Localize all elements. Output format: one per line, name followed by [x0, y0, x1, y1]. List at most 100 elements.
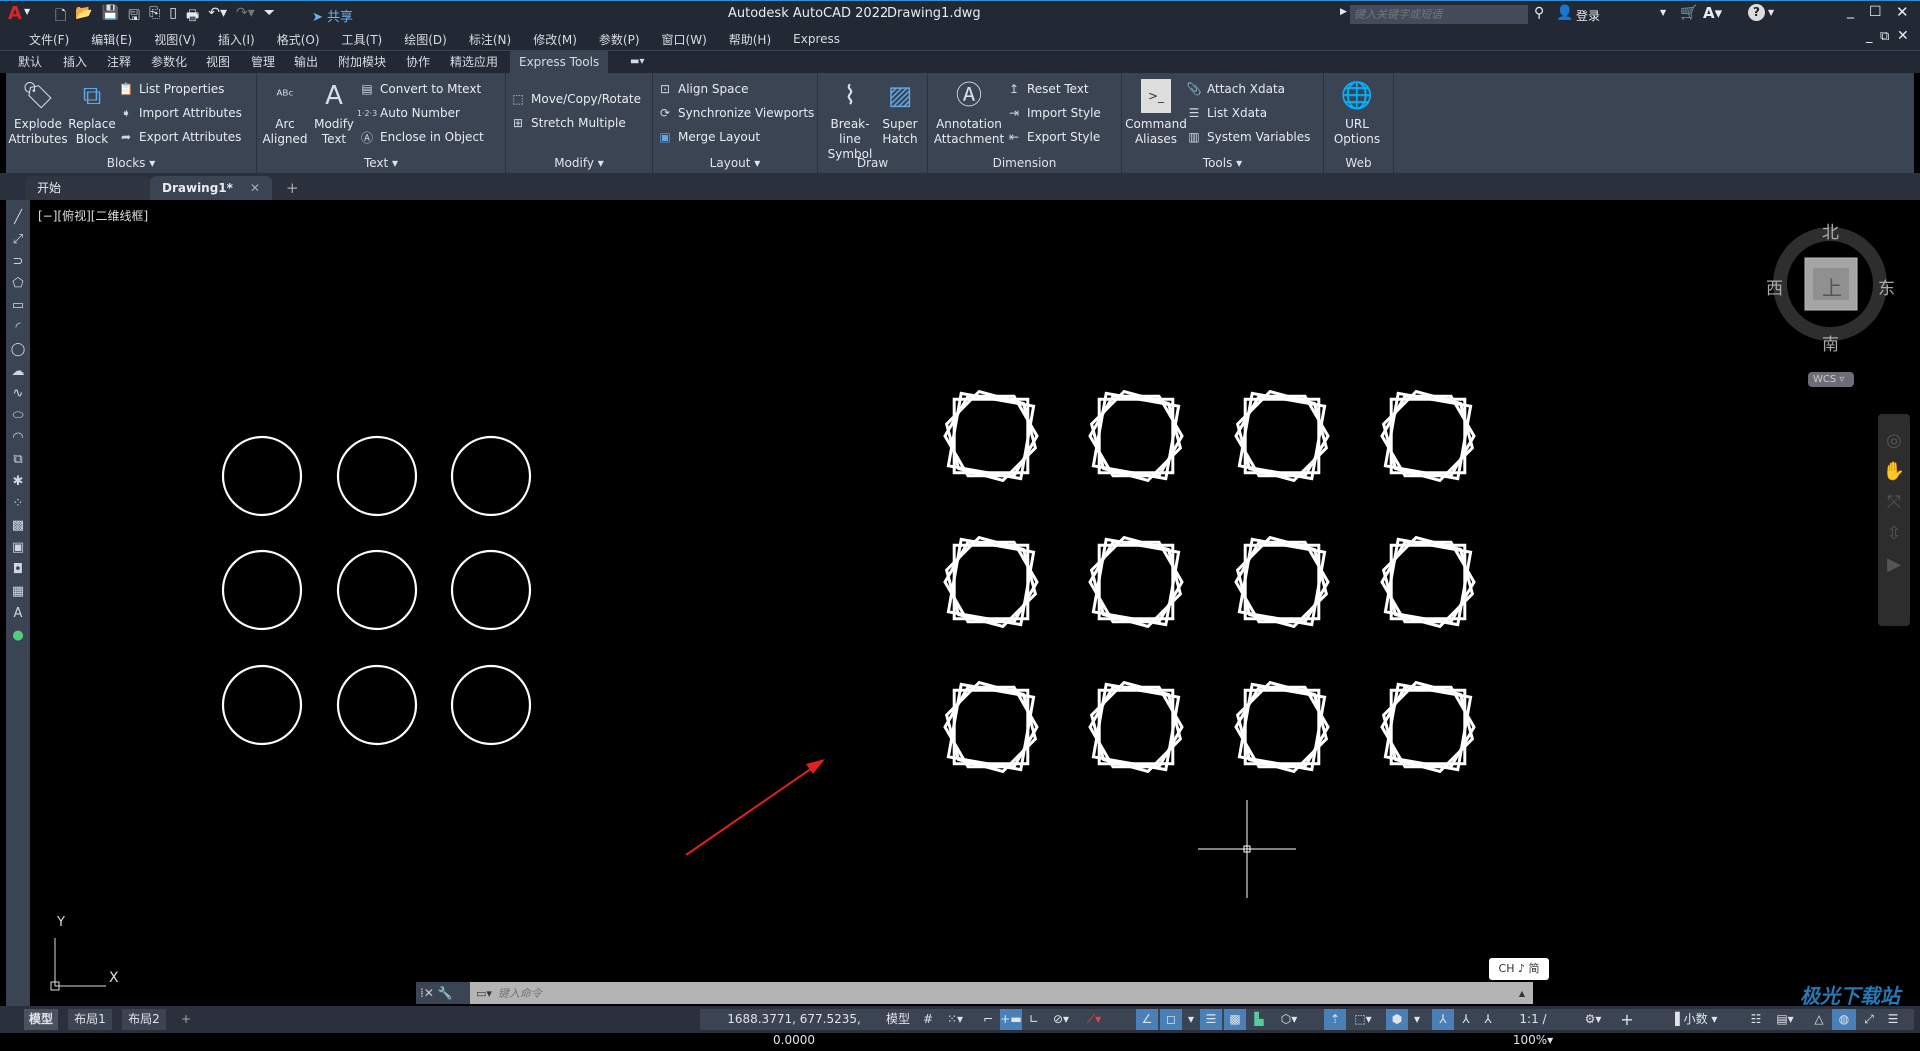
red-arrow: [685, 759, 825, 856]
gizmo-icon[interactable]: ⬢: [1386, 1009, 1408, 1030]
steering-wheel-icon[interactable]: ◎: [1886, 430, 1902, 451]
circle[interactable]: [450, 664, 532, 746]
zoom-extents-icon[interactable]: ⤧: [1887, 492, 1901, 513]
command-line-handle[interactable]: ⁞✕ 🔧: [416, 982, 470, 1004]
viewcube-south[interactable]: 南: [1822, 330, 1839, 355]
star-shape[interactable]: [943, 389, 1039, 483]
ellipse-icon[interactable]: ⬭: [8, 406, 28, 425]
customize-command-icon[interactable]: 🔧: [438, 986, 453, 1000]
workspace-gear-icon[interactable]: ⚙▾: [1576, 1009, 1610, 1030]
ucs-x-label: X: [109, 970, 119, 986]
drawing-svg: [50, 227, 1910, 991]
grid-icon[interactable]: #: [918, 1009, 938, 1030]
units-dropdown[interactable]: ▐ 小数 ▾: [1646, 1009, 1742, 1030]
star-shape[interactable]: [1088, 389, 1184, 483]
viewcube-north[interactable]: 北: [1822, 218, 1839, 243]
selection-filter-icon[interactable]: ⬚▾: [1348, 1009, 1378, 1030]
gizmo-dropdown-icon[interactable]: ▾: [1410, 1009, 1424, 1030]
star-shape[interactable]: [943, 535, 1039, 629]
ortho-icon[interactable]: ∟: [1024, 1009, 1044, 1030]
viewcube-top-face[interactable]: 上: [1822, 272, 1842, 301]
point-icon[interactable]: ⁘: [8, 494, 28, 513]
circle[interactable]: [450, 549, 532, 631]
3d-osnap-icon[interactable]: ⬡▾: [1272, 1009, 1306, 1030]
snap-icon[interactable]: ⁙▾: [940, 1009, 970, 1030]
clean-screen-icon[interactable]: ⤢: [1858, 1009, 1880, 1030]
annotation-scale-dropdown[interactable]: 1:1 / 100%▾: [1500, 1009, 1566, 1047]
isolate-objects-icon[interactable]: △: [1808, 1009, 1830, 1030]
gradient-icon[interactable]: ▣: [8, 538, 28, 557]
showmotion-icon[interactable]: ▶: [1887, 554, 1901, 575]
add-layout-button[interactable]: +: [176, 1009, 196, 1030]
viewcube-west[interactable]: 西: [1766, 274, 1783, 299]
dynamic-ucs-icon[interactable]: ⇡: [1324, 1009, 1346, 1030]
command-history-icon[interactable]: ▲: [1519, 989, 1525, 998]
isometric-icon[interactable]: ⟋▾: [1078, 1009, 1110, 1030]
circle[interactable]: [221, 549, 303, 631]
ellipse-arc-icon[interactable]: ◠: [8, 428, 28, 447]
pan-icon[interactable]: ✋: [1883, 461, 1905, 482]
star-shape[interactable]: [1234, 535, 1330, 629]
close-command-icon[interactable]: ⁞✕: [420, 986, 434, 1000]
rectangle-icon[interactable]: ▭: [8, 296, 28, 315]
wcs-menu[interactable]: WCS ▿: [1808, 372, 1854, 387]
hatch-icon[interactable]: ▩: [8, 516, 28, 535]
construction-line-icon[interactable]: ⤢: [8, 230, 28, 249]
star-shape[interactable]: [1380, 535, 1476, 629]
recent-commands-icon[interactable]: ▭▾: [476, 987, 492, 1000]
polygon-icon[interactable]: ⬠: [8, 274, 28, 293]
circle[interactable]: [221, 664, 303, 746]
layout-tab-layout2[interactable]: 布局2: [122, 1009, 166, 1030]
command-line[interactable]: ▭▾ ▲: [470, 982, 1533, 1004]
star-shape[interactable]: [1380, 389, 1476, 483]
customization-icon[interactable]: ☰: [1882, 1009, 1904, 1030]
circle-icon[interactable]: ◯: [8, 340, 28, 359]
graphics-performance-icon[interactable]: ◍: [1832, 1009, 1856, 1030]
circle[interactable]: [336, 549, 418, 631]
circle[interactable]: [450, 435, 532, 517]
star-shape[interactable]: [1234, 389, 1330, 483]
ime-indicator[interactable]: CH ♪ 简: [1489, 958, 1549, 980]
revision-cloud-icon[interactable]: ☁: [8, 362, 28, 381]
polar-tracking-icon[interactable]: ⊘▾: [1046, 1009, 1076, 1030]
object-snap-icon[interactable]: ◻: [1160, 1009, 1182, 1030]
star-shape[interactable]: [1234, 680, 1330, 774]
coordinates-readout[interactable]: 1688.3771, 677.5235, 0.0000: [710, 1009, 878, 1047]
object-snap-tracking-icon[interactable]: ∠: [1136, 1009, 1158, 1030]
orbit-icon[interactable]: ⇳: [1886, 523, 1901, 544]
star-shape[interactable]: [1088, 535, 1184, 629]
selection-cycling-icon[interactable]: ▙: [1248, 1009, 1270, 1030]
spline-icon[interactable]: ∿: [8, 384, 28, 403]
lock-ui-icon[interactable]: ▤▾: [1768, 1009, 1802, 1030]
annotation-scale-icon[interactable]: ⅄: [1478, 1009, 1498, 1030]
infer-constraints-icon[interactable]: ⌐: [978, 1009, 998, 1030]
dynamic-input-icon[interactable]: +▬: [1000, 1009, 1022, 1030]
annotation-monitor-icon[interactable]: +: [1616, 1009, 1638, 1030]
layout-tab-model[interactable]: 模型: [24, 1009, 58, 1030]
insert-block-icon[interactable]: ⧉: [8, 450, 28, 469]
circle[interactable]: [336, 435, 418, 517]
star-shape[interactable]: [943, 680, 1039, 774]
line-icon[interactable]: ╱: [8, 208, 28, 227]
object-snap-dropdown-icon[interactable]: ▾: [1184, 1009, 1198, 1030]
auto-scale-icon[interactable]: ⅄: [1456, 1009, 1476, 1030]
region-icon[interactable]: ◘: [8, 560, 28, 579]
star-shape[interactable]: [1088, 680, 1184, 774]
add-selected-icon[interactable]: ●: [8, 626, 28, 645]
mtext-icon[interactable]: A: [8, 604, 28, 623]
viewcube-east[interactable]: 东: [1878, 274, 1895, 299]
star-shape[interactable]: [1380, 680, 1476, 774]
arc-icon[interactable]: ◜: [8, 318, 28, 337]
layout-tab-layout1[interactable]: 布局1: [68, 1009, 112, 1030]
annotation-visibility-icon[interactable]: ⅄: [1432, 1009, 1454, 1030]
command-input[interactable]: [497, 986, 1519, 1000]
circle[interactable]: [336, 664, 418, 746]
create-block-icon[interactable]: ✱: [8, 472, 28, 491]
quick-properties-icon[interactable]: ☷: [1746, 1009, 1766, 1030]
model-space-button[interactable]: 模型: [882, 1009, 914, 1030]
transparency-icon[interactable]: ▩: [1224, 1009, 1246, 1030]
table-icon[interactable]: ▦: [8, 582, 28, 601]
lineweight-icon[interactable]: ☰: [1200, 1009, 1222, 1030]
circle[interactable]: [221, 435, 303, 517]
polyline-icon[interactable]: ⊃: [8, 252, 28, 271]
